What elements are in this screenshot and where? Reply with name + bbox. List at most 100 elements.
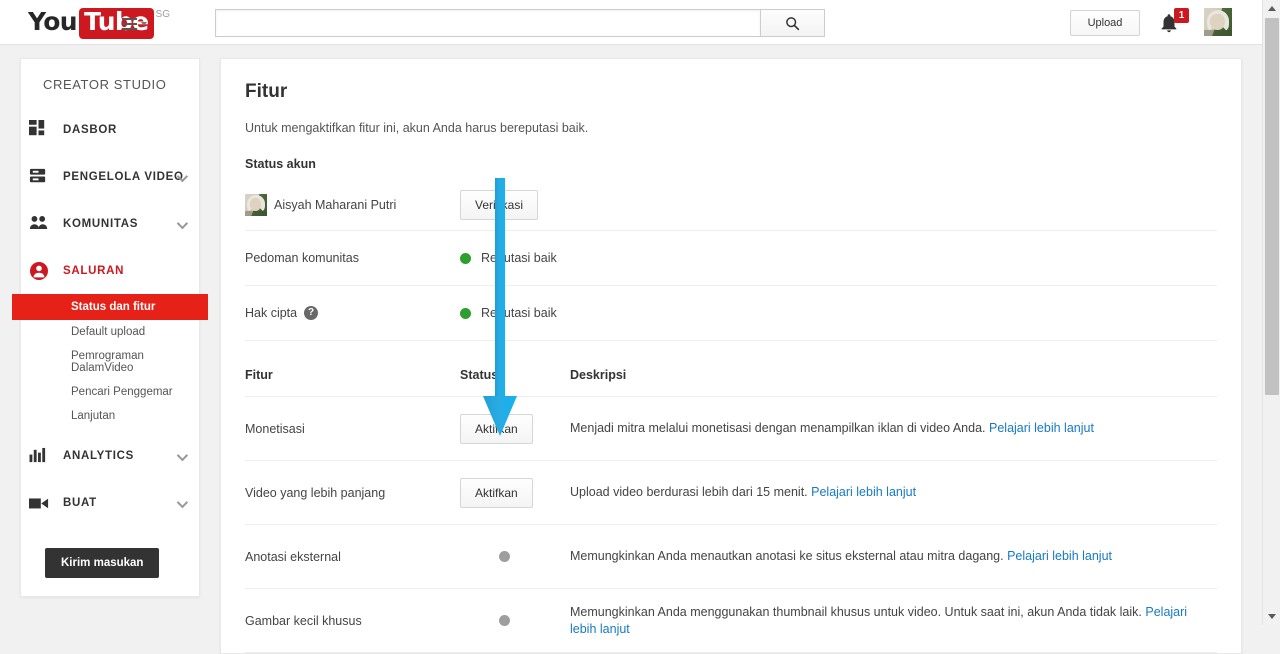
sidebar-item-komunitas[interactable]: KOMUNITAS bbox=[21, 200, 199, 247]
table-row: Gambar kecil khusus Memungkinkan Anda me… bbox=[245, 589, 1217, 653]
community-guidelines-row: Pedoman komunitas Reputasi baik bbox=[245, 231, 1217, 286]
scroll-down-button[interactable] bbox=[1263, 608, 1280, 625]
logo-you-text: You bbox=[28, 7, 78, 36]
sidebar-item-dasbor[interactable]: DASBOR bbox=[21, 106, 199, 153]
feature-description-text: Upload video berdurasi lebih dari 15 men… bbox=[570, 485, 808, 499]
sidebar-item-label: PENGELOLA VIDEO bbox=[63, 170, 184, 183]
feature-status bbox=[460, 615, 570, 626]
chevron-up-icon bbox=[1268, 6, 1276, 11]
video-camera-icon bbox=[29, 492, 59, 514]
status-dot-grey bbox=[499, 615, 510, 626]
table-row: Video yang lebih panjang Aktifkan Upload… bbox=[245, 461, 1217, 525]
column-header-deskripsi: Deskripsi bbox=[570, 367, 627, 382]
feature-status: Aktifkan bbox=[460, 413, 570, 444]
help-icon[interactable]: ? bbox=[304, 306, 319, 320]
send-feedback-button[interactable]: Kirim masukan bbox=[45, 548, 160, 578]
sidebar-item-analytics[interactable]: ANALYTICS bbox=[21, 432, 199, 479]
main-content-panel: Fitur Untuk mengaktifkan fitur ini, akun… bbox=[220, 58, 1242, 654]
youtube-logo[interactable]: You Tube SG bbox=[28, 8, 170, 39]
copyright-label: Hak cipta ? bbox=[245, 306, 460, 320]
row-label-text: Hak cipta bbox=[245, 306, 298, 320]
upload-button[interactable]: Upload bbox=[1070, 10, 1140, 36]
row-label-text: Pedoman komunitas bbox=[245, 251, 359, 265]
table-row: Anotasi eksternal Memungkinkan Anda mena… bbox=[245, 525, 1217, 589]
notification-count-badge: 1 bbox=[1174, 8, 1189, 23]
chevron-down-icon bbox=[176, 217, 189, 229]
channel-person-icon bbox=[29, 260, 59, 282]
search-icon bbox=[786, 16, 800, 30]
feature-description: Menjadi mitra melalui monetisasi dengan … bbox=[570, 420, 1217, 437]
account-avatar bbox=[245, 193, 267, 216]
sidebar-item-pengelola-video[interactable]: PENGELOLA VIDEO bbox=[21, 153, 199, 200]
account-name-cell: Aisyah Maharani Putri bbox=[245, 193, 460, 216]
status-dot-grey bbox=[499, 551, 510, 562]
sidebar-item-default-upload[interactable]: Default upload bbox=[21, 320, 199, 344]
community-people-icon bbox=[29, 213, 59, 235]
chevron-down-icon bbox=[176, 496, 189, 508]
feature-description: Upload video berdurasi lebih dari 15 men… bbox=[570, 484, 1217, 501]
hamburger-bars bbox=[122, 18, 137, 30]
account-name-text: Aisyah Maharani Putri bbox=[274, 197, 397, 212]
sidebar-item-buat[interactable]: BUAT bbox=[21, 479, 199, 526]
sidebar-item-saluran[interactable]: SALURAN bbox=[21, 247, 199, 294]
page-body: CREATOR STUDIO DASBOR PENGELOLA VIDEO KO… bbox=[0, 46, 1262, 654]
learn-more-link[interactable]: Pelajari lebih lanjut bbox=[1007, 549, 1112, 563]
feature-description-text: Memungkinkan Anda menggunakan thumbnail … bbox=[570, 604, 1142, 619]
enable-video-panjang-button[interactable]: Aktifkan bbox=[460, 477, 533, 508]
column-header-fitur: Fitur bbox=[245, 367, 273, 382]
dashboard-icon bbox=[29, 119, 59, 141]
chevron-down-icon bbox=[141, 22, 147, 26]
logo-country-code: SG bbox=[155, 9, 170, 20]
features-table: Fitur Status Deskripsi Monetisasi Aktifk… bbox=[245, 353, 1217, 653]
search-input[interactable] bbox=[215, 9, 760, 37]
sidebar-item-label: KOMUNITAS bbox=[63, 217, 139, 230]
page-title: Fitur bbox=[245, 81, 288, 102]
hamburger-menu-icon[interactable] bbox=[122, 16, 148, 32]
status-dot-green bbox=[460, 307, 471, 319]
chevron-down-icon bbox=[1268, 614, 1276, 619]
feature-description: Memungkinkan Anda menautkan anotasi ke s… bbox=[570, 548, 1217, 565]
status-text: Reputasi baik bbox=[481, 306, 557, 320]
feature-status: Aktifkan bbox=[460, 477, 570, 508]
copyright-status: Reputasi baik bbox=[460, 306, 570, 320]
account-status-heading: Status akun bbox=[245, 157, 316, 171]
learn-more-link[interactable]: Pelajari lebih lanjut bbox=[811, 485, 916, 499]
notifications-button[interactable]: 1 bbox=[1158, 8, 1189, 36]
avatar-image bbox=[1204, 8, 1232, 36]
sidebar-item-pencari-penggemar[interactable]: Pencari Penggemar bbox=[21, 380, 199, 404]
feature-description-text: Memungkinkan Anda menautkan anotasi ke s… bbox=[570, 549, 1004, 563]
video-manager-icon bbox=[29, 166, 59, 188]
sidebar-item-status-dan-fitur[interactable]: Status dan fitur bbox=[12, 294, 208, 320]
copyright-row: Hak cipta ? Reputasi baik bbox=[245, 286, 1217, 341]
sidebar-item-lanjutan[interactable]: Lanjutan bbox=[21, 404, 199, 428]
search-button[interactable] bbox=[760, 9, 825, 37]
feature-name: Anotasi eksternal bbox=[245, 549, 341, 564]
feature-name: Gambar kecil khusus bbox=[245, 613, 362, 628]
community-guidelines-label: Pedoman komunitas bbox=[245, 251, 460, 265]
feature-name: Monetisasi bbox=[245, 421, 305, 436]
feature-name: Video yang lebih panjang bbox=[245, 485, 386, 500]
page-subtitle: Untuk mengaktifkan fitur ini, akun Anda … bbox=[245, 121, 589, 135]
masthead-header: You Tube SG Upload 1 bbox=[0, 0, 1262, 45]
verify-button[interactable]: Verifikasi bbox=[460, 189, 539, 220]
sidebar-item-label: DASBOR bbox=[63, 123, 118, 136]
verify-cell: Verifikasi bbox=[460, 189, 539, 220]
sidebar-title: CREATOR STUDIO bbox=[43, 77, 167, 92]
table-header-row: Fitur Status Deskripsi bbox=[245, 353, 1217, 397]
status-dot-green bbox=[460, 252, 471, 264]
avatar[interactable] bbox=[1204, 8, 1232, 36]
page-scrollbar[interactable] bbox=[1262, 0, 1280, 625]
bar-chart-icon bbox=[29, 445, 59, 467]
sidebar-item-label: SALURAN bbox=[63, 264, 125, 277]
sidebar-item-pemrograman-dalamvideo[interactable]: Pemrograman DalamVideo bbox=[21, 344, 199, 380]
status-text: Reputasi baik bbox=[481, 251, 557, 265]
enable-monetisasi-button[interactable]: Aktifkan bbox=[460, 413, 533, 444]
community-guidelines-status: Reputasi baik bbox=[460, 251, 570, 265]
creator-studio-sidebar: CREATOR STUDIO DASBOR PENGELOLA VIDEO KO… bbox=[12, 58, 208, 597]
column-header-status: Status bbox=[460, 367, 499, 382]
scroll-up-button[interactable] bbox=[1263, 0, 1280, 17]
account-row: Aisyah Maharani Putri Verifikasi bbox=[245, 179, 1217, 231]
feature-description-text: Menjadi mitra melalui monetisasi dengan … bbox=[570, 421, 986, 435]
scrollbar-thumb[interactable] bbox=[1265, 18, 1279, 395]
learn-more-link[interactable]: Pelajari lebih lanjut bbox=[989, 421, 1094, 435]
